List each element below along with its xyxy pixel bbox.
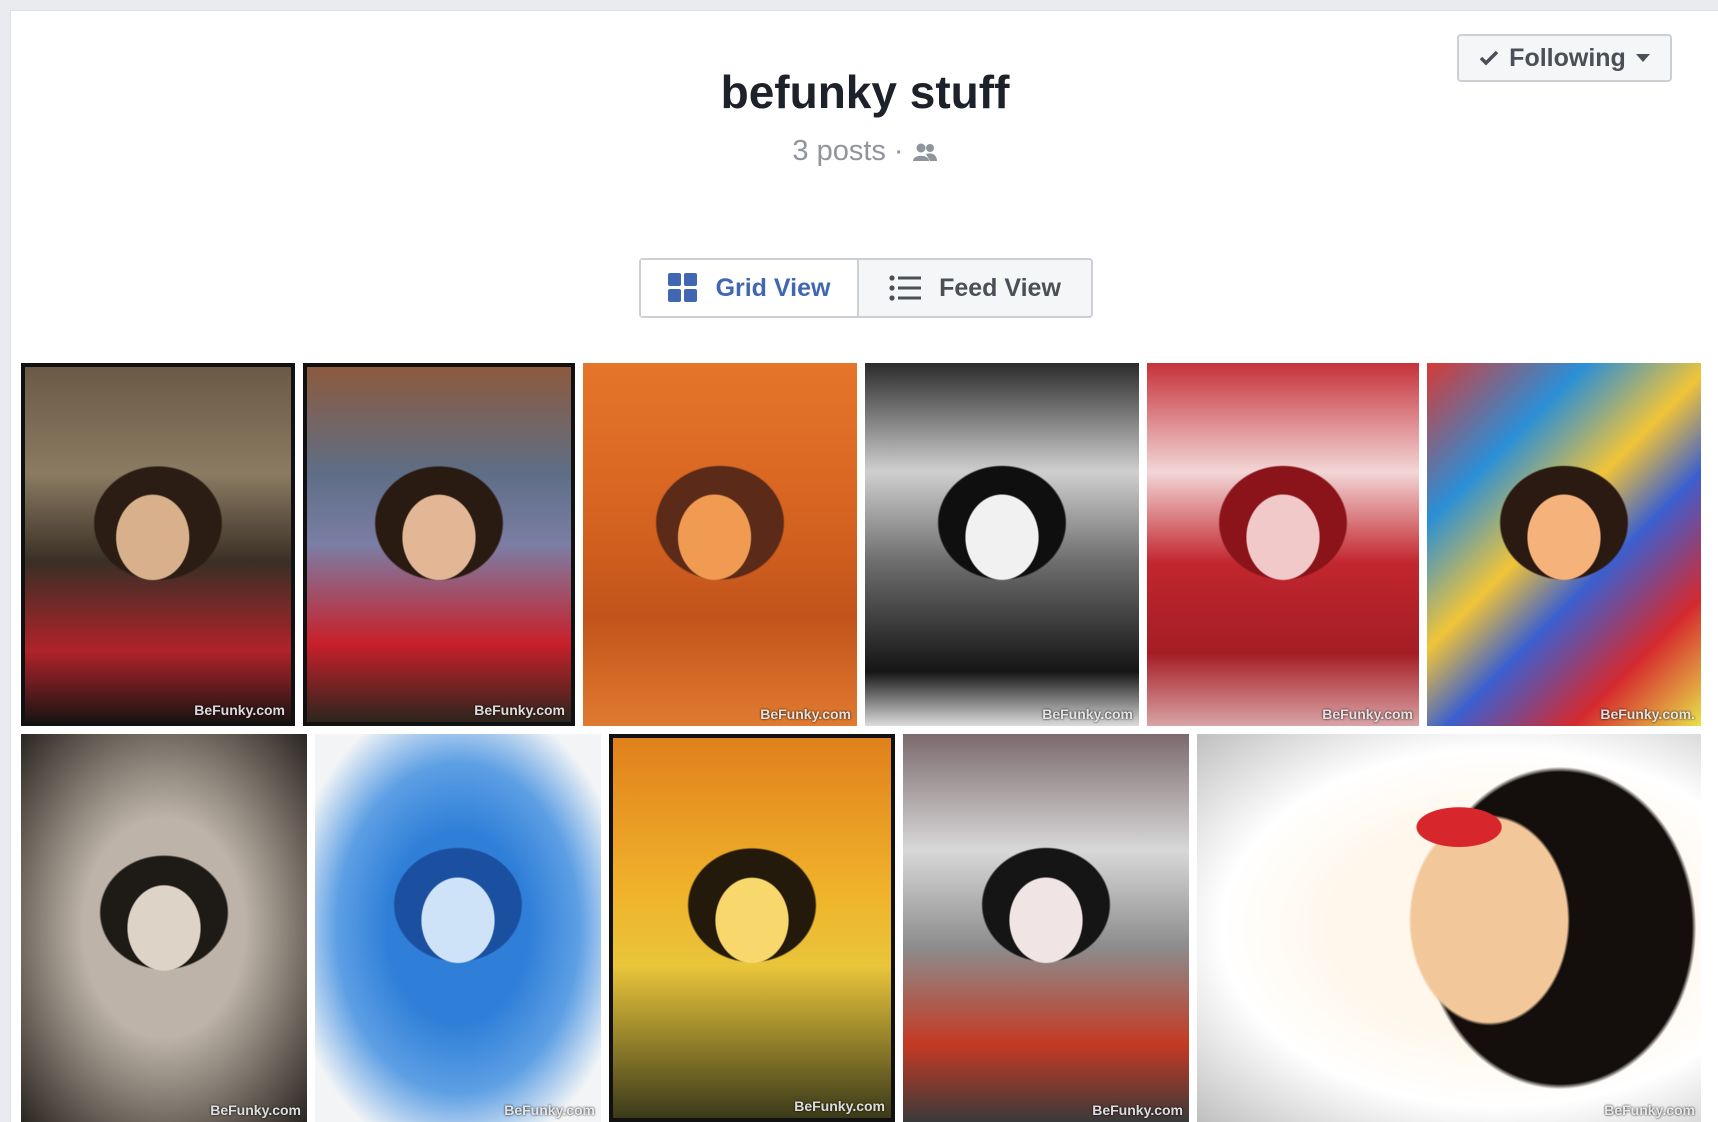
photo-thumbnail[interactable]: BeFunky.com — [303, 363, 575, 726]
photo-image — [1427, 363, 1701, 726]
photo-thumbnail[interactable]: BeFunky.com — [1147, 363, 1419, 726]
photo-thumbnail[interactable]: BeFunky.com — [1197, 734, 1701, 1122]
grid-icon — [667, 273, 697, 302]
photo-watermark: BeFunky.com — [1042, 706, 1133, 722]
feed-view-label: Feed View — [939, 273, 1061, 302]
photo-image — [1197, 734, 1701, 1122]
photo-image — [583, 363, 857, 726]
meta-separator: · — [893, 135, 904, 167]
photo-image — [315, 734, 601, 1122]
photo-image — [903, 734, 1189, 1122]
photo-thumbnail[interactable]: BeFunky.com — [609, 734, 895, 1122]
album-page: Following befunky stuff 3 posts · Grid V… — [10, 10, 1718, 1122]
photo-watermark: BeFunky.com — [474, 702, 565, 718]
photo-watermark: BeFunky.com — [194, 702, 285, 718]
photo-thumbnail[interactable]: BeFunky.com — [865, 363, 1139, 726]
post-count: 3 posts — [792, 135, 886, 167]
feed-view-button[interactable]: Feed View — [859, 260, 1091, 316]
photo-thumbnail[interactable]: BeFunky.com — [903, 734, 1189, 1122]
photo-watermark: BeFunky.com — [504, 1102, 595, 1118]
grid-view-label: Grid View — [715, 273, 831, 302]
grid-view-button[interactable]: Grid View — [641, 260, 859, 316]
list-icon — [889, 275, 922, 301]
photo-thumbnail[interactable]: BeFunky.com — [583, 363, 857, 726]
photo-image — [865, 363, 1139, 726]
album-title: befunky stuff — [720, 66, 1010, 118]
photo-watermark: BeFunky.com — [1322, 706, 1413, 722]
photo-thumbnail[interactable]: BeFunky.com — [21, 734, 307, 1122]
photo-thumbnail[interactable]: BeFunky.com. — [1427, 363, 1701, 726]
photo-watermark: BeFunky.com — [794, 1098, 885, 1114]
photo-image — [307, 367, 571, 722]
view-toggle: Grid View Feed View — [639, 258, 1093, 318]
photo-watermark: BeFunky.com. — [1600, 706, 1695, 722]
photo-thumbnail[interactable]: BeFunky.com — [315, 734, 601, 1122]
dropdown-caret-icon — [1635, 54, 1650, 62]
album-meta: 3 posts · — [11, 135, 1718, 168]
photo-watermark: BeFunky.com — [210, 1102, 301, 1118]
photo-image — [21, 734, 307, 1122]
photo-watermark: BeFunky.com — [760, 706, 851, 722]
friends-audience-icon — [912, 143, 937, 161]
photo-watermark: BeFunky.com — [1604, 1102, 1695, 1118]
photo-watermark: BeFunky.com — [1092, 1102, 1183, 1118]
checkmark-icon — [1479, 50, 1499, 66]
photo-image — [613, 738, 891, 1118]
photo-image — [25, 367, 291, 722]
photo-image — [1147, 363, 1419, 726]
photo-thumbnail[interactable]: BeFunky.com — [21, 363, 295, 726]
